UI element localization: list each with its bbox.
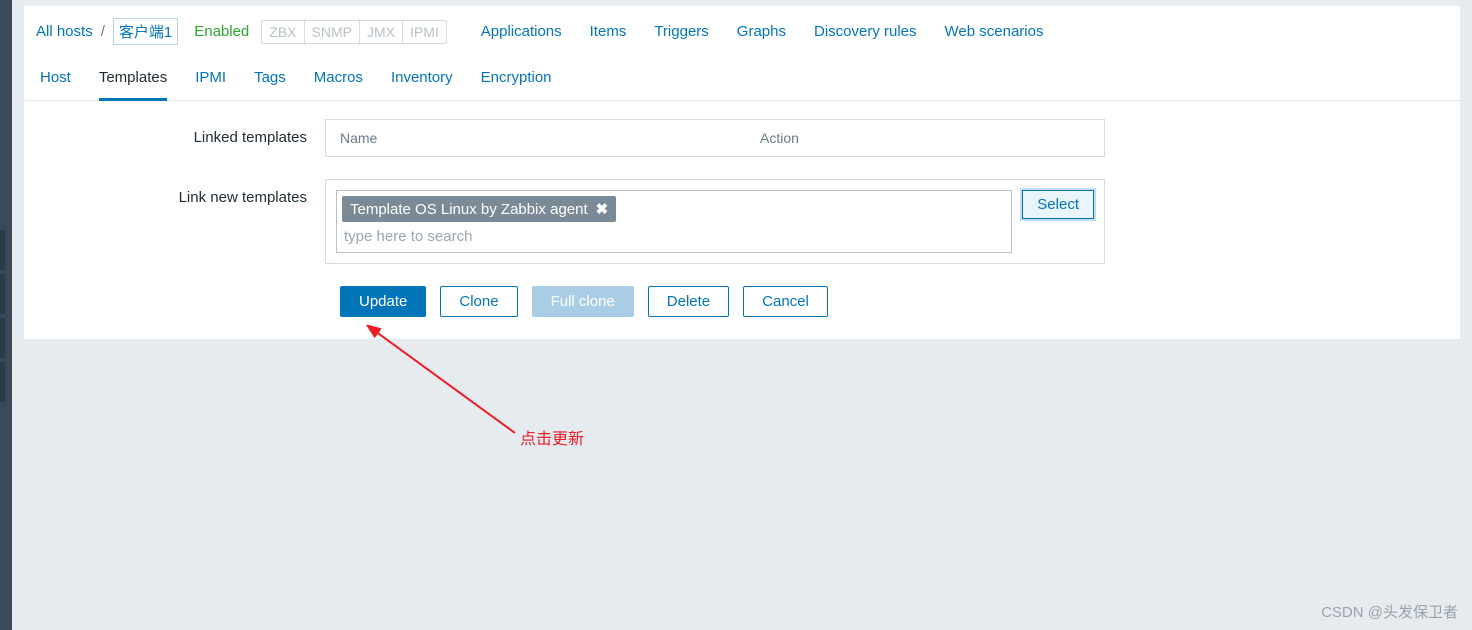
full-clone-button: Full clone <box>532 286 634 317</box>
remove-template-icon[interactable]: ✖ <box>596 200 609 218</box>
nav-graphs[interactable]: Graphs <box>737 23 786 40</box>
tab-inventory[interactable]: Inventory <box>391 61 453 100</box>
nav-web-scenarios[interactable]: Web scenarios <box>945 23 1044 40</box>
linked-header-name: Name <box>340 130 760 146</box>
proto-ipmi: IPMI <box>403 21 446 43</box>
status-enabled: Enabled <box>194 23 249 40</box>
proto-jmx: JMX <box>360 21 403 43</box>
tab-host[interactable]: Host <box>40 61 71 100</box>
template-chip: Template OS Linux by Zabbix agent ✖ <box>342 196 616 222</box>
sidebar-notches <box>0 230 5 510</box>
breadcrumb-separator: / <box>99 23 107 40</box>
row-link-new-templates: Link new templates Template OS Linux by … <box>40 179 1444 264</box>
tab-encryption[interactable]: Encryption <box>481 61 552 100</box>
form-area: Linked templates Name Action Link new te… <box>24 101 1460 339</box>
nav-triggers[interactable]: Triggers <box>654 23 708 40</box>
breadcrumb-current-host[interactable]: 客户端1 <box>113 18 178 45</box>
update-button[interactable]: Update <box>340 286 426 317</box>
tabs-row: Host Templates IPMI Tags Macros Inventor… <box>24 55 1460 101</box>
nav-items[interactable]: Items <box>590 23 627 40</box>
proto-snmp: SNMP <box>305 21 360 43</box>
tab-ipmi[interactable]: IPMI <box>195 61 226 100</box>
buttons-row: Update Clone Full clone Delete Cancel <box>40 286 1444 317</box>
template-multiselect[interactable]: Template OS Linux by Zabbix agent ✖ <box>336 190 1012 253</box>
protocol-group: ZBX SNMP JMX IPMI <box>261 20 446 44</box>
linked-header-action: Action <box>760 130 1090 146</box>
tab-macros[interactable]: Macros <box>314 61 363 100</box>
delete-button[interactable]: Delete <box>648 286 729 317</box>
nav-discovery-rules[interactable]: Discovery rules <box>814 23 917 40</box>
annotation-text: 点击更新 <box>520 425 584 449</box>
tab-templates[interactable]: Templates <box>99 61 167 101</box>
label-link-new-templates: Link new templates <box>40 179 325 206</box>
proto-zbx: ZBX <box>262 21 304 43</box>
link-new-area: Template OS Linux by Zabbix agent ✖ Sele… <box>325 179 1105 264</box>
cancel-button[interactable]: Cancel <box>743 286 828 317</box>
template-chip-label: Template OS Linux by Zabbix agent <box>350 201 588 218</box>
tab-tags[interactable]: Tags <box>254 61 286 100</box>
select-template-button[interactable]: Select <box>1022 190 1094 219</box>
annotation-arrow <box>365 325 535 445</box>
linked-templates-box: Name Action <box>325 119 1105 157</box>
template-search-input[interactable] <box>342 222 1006 247</box>
row-linked-templates: Linked templates Name Action <box>40 119 1444 157</box>
breadcrumb-all-hosts[interactable]: All hosts <box>36 23 93 40</box>
label-linked-templates: Linked templates <box>40 119 325 146</box>
clone-button[interactable]: Clone <box>440 286 517 317</box>
header-row: All hosts / 客户端1 Enabled ZBX SNMP JMX IP… <box>24 6 1460 55</box>
watermark: CSDN @头发保卫者 <box>1321 601 1458 622</box>
nav-applications[interactable]: Applications <box>481 23 562 40</box>
main-card: All hosts / 客户端1 Enabled ZBX SNMP JMX IP… <box>24 6 1460 339</box>
